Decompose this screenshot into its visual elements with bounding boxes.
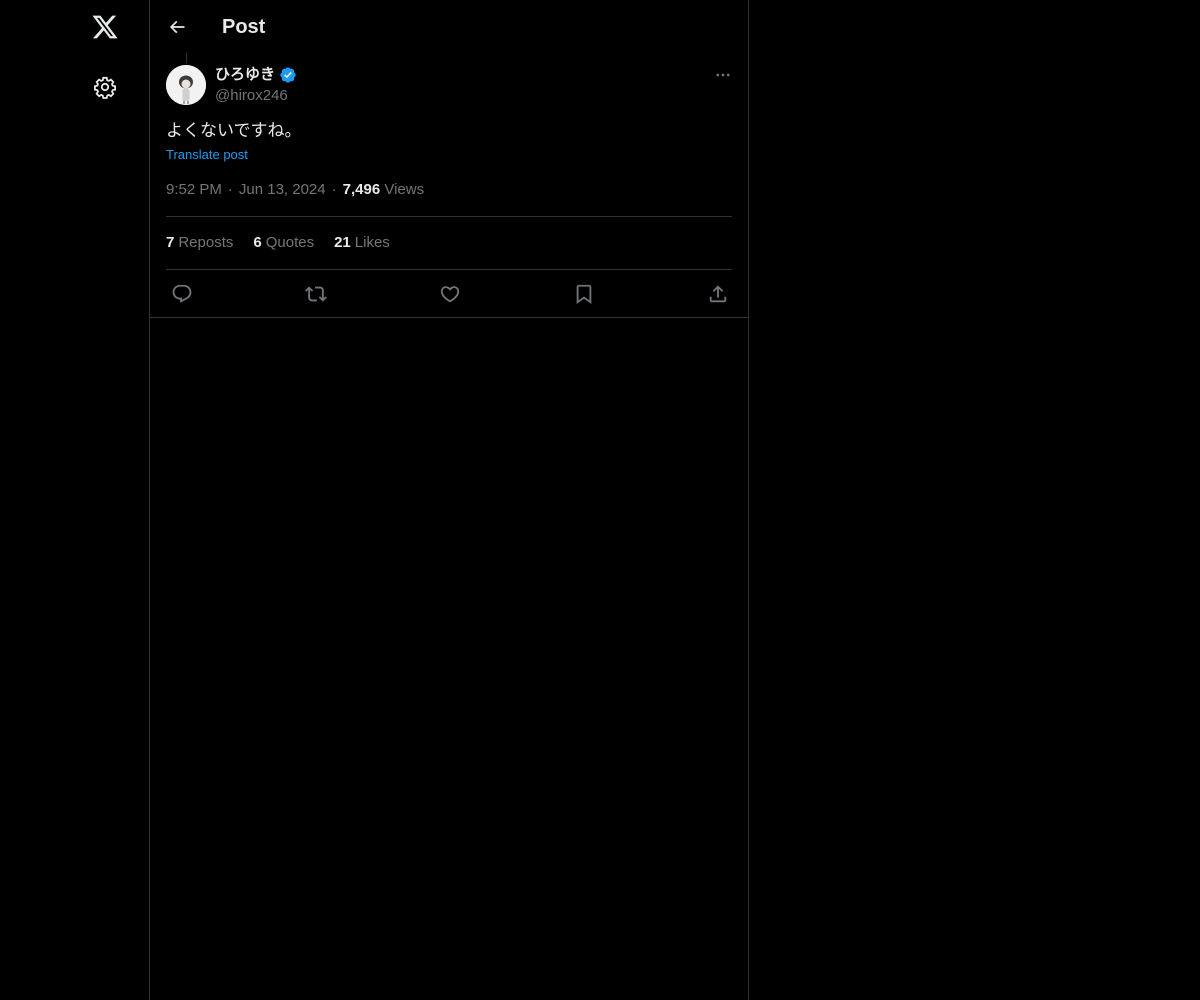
views-count: 7,496	[342, 181, 381, 198]
post-time[interactable]: 9:52 PM	[166, 181, 222, 198]
quotes-label: Quotes	[265, 234, 315, 251]
author-display-name: ひろゆき	[215, 66, 276, 83]
avatar[interactable]	[166, 65, 206, 105]
post-date[interactable]: Jun 13, 2024	[239, 181, 326, 198]
page-title: Post	[222, 16, 266, 38]
author-handle[interactable]: @hirox246	[215, 86, 288, 106]
meta-separator: ·	[227, 181, 233, 198]
reply-icon[interactable]	[169, 281, 195, 307]
gear-icon[interactable]	[89, 71, 121, 103]
repost-icon[interactable]	[303, 281, 329, 307]
post-stats: 7 Reposts 6 Quotes 21 Likes	[166, 233, 410, 253]
thread-line	[186, 53, 187, 63]
post-meta: 9:52 PM · Jun 13, 2024 · 7,496 Views	[166, 180, 424, 200]
translate-post-link[interactable]: Translate post	[166, 146, 248, 164]
arrow-left-icon	[169, 20, 185, 34]
reposts-stat[interactable]: 7 Reposts	[166, 233, 233, 253]
likes-stat[interactable]: 21 Likes	[334, 233, 390, 253]
share-icon[interactable]	[705, 281, 731, 307]
x-logo-icon[interactable]	[89, 11, 121, 43]
more-options-icon[interactable]	[710, 65, 736, 85]
main-column: Post ひろゆき @hirox246 よくないですね。 Translate p…	[149, 0, 749, 1000]
divider	[166, 216, 732, 217]
likes-label: Likes	[354, 234, 390, 251]
bookmark-icon[interactable]	[571, 281, 597, 307]
quotes-count: 6	[253, 234, 262, 251]
like-icon[interactable]	[437, 281, 463, 307]
verified-badge-icon	[279, 66, 297, 84]
post-text: よくないですね。	[166, 121, 302, 141]
author-name[interactable]: ひろゆき	[215, 65, 297, 85]
page-header: Post	[150, 0, 748, 54]
back-button[interactable]	[163, 13, 191, 41]
meta-separator: ·	[331, 181, 337, 198]
views-label: Views	[384, 181, 425, 198]
reposts-label: Reposts	[178, 234, 234, 251]
nav-rail	[0, 0, 149, 1000]
likes-count: 21	[334, 234, 351, 251]
reposts-count: 7	[166, 234, 175, 251]
quotes-stat[interactable]: 6 Quotes	[253, 233, 314, 253]
action-bar	[150, 270, 748, 318]
